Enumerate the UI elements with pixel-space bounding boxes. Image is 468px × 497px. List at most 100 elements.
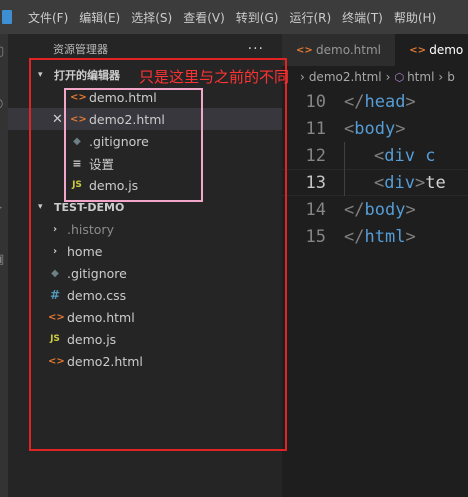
- line-number: 13: [305, 172, 326, 193]
- tab-label: demo.html: [316, 43, 381, 57]
- menu-go[interactable]: 转到(G): [236, 9, 279, 26]
- code-editor[interactable]: 10 </head > 11 < body > 12 < div c 13 < div > t…: [282, 88, 468, 250]
- html-file-icon: <>: [409, 44, 426, 56]
- tag-punctuation: </: [344, 226, 365, 247]
- explorer-icon[interactable]: ▢: [0, 44, 6, 59]
- tag-name: head: [364, 91, 406, 112]
- line-number: 11: [305, 118, 326, 139]
- chevron-right-icon: ›: [52, 223, 58, 235]
- file-item[interactable]: # demo.css: [8, 284, 282, 306]
- tag-punctuation: >: [405, 199, 416, 220]
- chevron-down-icon: ▾: [38, 202, 43, 212]
- file-item[interactable]: <> demo.html: [8, 306, 282, 328]
- open-editors-label: 打开的编辑器: [54, 69, 120, 82]
- breadcrumb-element[interactable]: b: [447, 70, 455, 84]
- more-actions-icon[interactable]: ···: [248, 41, 264, 57]
- tab-demo-html[interactable]: <> demo.html: [282, 34, 396, 66]
- html-file-icon: <>: [296, 44, 313, 56]
- breadcrumb-chevron-icon: ›: [300, 70, 305, 84]
- annotation-text: 只是这里与之前的不同: [139, 68, 290, 86]
- tag-name: body: [364, 199, 406, 220]
- breadcrumb-element[interactable]: html: [407, 70, 434, 84]
- js-file-icon: JS: [50, 334, 60, 344]
- menu-file[interactable]: 文件(F): [28, 9, 68, 26]
- chevron-right-icon: ›: [52, 245, 58, 257]
- file-label: demo.js: [67, 331, 117, 347]
- explorer-header: 资源管理器 ···: [8, 34, 282, 64]
- tag-punctuation: </: [344, 199, 365, 220]
- file-label: demo.html: [67, 309, 135, 325]
- menu-help[interactable]: 帮助(H): [394, 9, 436, 26]
- tag-punctuation: >: [405, 226, 416, 247]
- menu-view[interactable]: 查看(V): [183, 9, 225, 26]
- open-editor-label: demo.js: [89, 177, 139, 193]
- open-editor-item[interactable]: ◆ .gitignore: [8, 130, 282, 152]
- line-number: 10: [305, 91, 326, 112]
- file-item[interactable]: ◆ .gitignore: [8, 262, 282, 284]
- vscode-logo-icon: [2, 10, 12, 24]
- tag-punctuation: <: [374, 145, 385, 166]
- activity-bar: ▢ ○ ᛘ ▷ ▣: [0, 34, 8, 497]
- menu-edit[interactable]: 编辑(E): [79, 9, 120, 26]
- breadcrumb-chevron-icon: ›: [385, 70, 391, 84]
- folder-item[interactable]: › home: [8, 240, 282, 262]
- html-file-icon: <>: [48, 311, 65, 323]
- open-editor-item-active[interactable]: ✕ <> demo2.html: [8, 108, 282, 130]
- open-editor-item[interactable]: <> demo.html: [8, 86, 282, 108]
- chevron-down-icon: ▾: [38, 70, 43, 80]
- explorer-title: 资源管理器: [53, 43, 108, 56]
- menu-selection[interactable]: 选择(S): [131, 9, 172, 26]
- file-label: demo.css: [67, 287, 127, 303]
- folder-label: .history: [67, 221, 114, 237]
- html-file-icon: <>: [48, 355, 65, 367]
- css-file-icon: #: [49, 288, 61, 302]
- file-label: .gitignore: [67, 265, 127, 281]
- close-icon[interactable]: ✕: [52, 112, 63, 127]
- menu-terminal[interactable]: 终端(T): [342, 9, 383, 26]
- file-item[interactable]: JS demo.js: [8, 328, 282, 350]
- file-item[interactable]: <> demo2.html: [8, 350, 282, 372]
- folder-item[interactable]: › .history: [8, 218, 282, 240]
- tag-punctuation: <: [374, 172, 385, 193]
- open-editor-label: demo.html: [89, 89, 157, 105]
- editor-area: <> demo.html <> demo › demo2.html › ⬡ ht…: [282, 34, 468, 497]
- tag-name: html: [364, 226, 406, 247]
- code-line: 10 </head >: [282, 88, 468, 115]
- js-file-icon: JS: [72, 180, 82, 190]
- breadcrumb-file[interactable]: demo2.html: [309, 70, 382, 84]
- indent-guide: [344, 142, 374, 169]
- open-editor-item[interactable]: JS demo.js: [8, 174, 282, 196]
- html-file-icon: <>: [70, 113, 87, 125]
- menu-bar: 文件(F) 编辑(E) 选择(S) 查看(V) 转到(G) 运行(R) 终端(T…: [0, 0, 468, 34]
- breadcrumb: › demo2.html › ⬡ html › b: [282, 66, 468, 88]
- settings-icon: ≡: [72, 156, 82, 170]
- search-icon[interactable]: ○: [0, 96, 6, 111]
- extensions-icon[interactable]: ▣: [0, 252, 6, 267]
- git-file-icon: ◆: [51, 267, 59, 279]
- run-debug-icon[interactable]: ▷: [0, 200, 6, 215]
- code-line: 11 < body >: [282, 115, 468, 142]
- source-control-icon[interactable]: ᛘ: [0, 148, 6, 162]
- workspace-section[interactable]: ▾ TEST-DEMO: [8, 196, 282, 218]
- open-editor-label: .gitignore: [89, 133, 149, 149]
- line-number: 14: [305, 199, 326, 220]
- tag-punctuation: </: [344, 91, 365, 112]
- menu-run[interactable]: 运行(R): [289, 9, 331, 26]
- open-editor-label: 设置: [89, 156, 115, 172]
- line-number: 15: [305, 226, 326, 247]
- breadcrumb-chevron-icon: ›: [438, 70, 444, 84]
- explorer-sidebar: 资源管理器 ··· ▾ 打开的编辑器 <> demo.html ✕ <> dem…: [8, 34, 282, 497]
- code-line: 15 </html >: [282, 223, 468, 250]
- tab-demo2-html[interactable]: <> demo: [395, 34, 468, 66]
- tag-punctuation: >: [405, 91, 416, 112]
- code-line: 12 < div c: [282, 142, 468, 169]
- tag-name: body: [354, 118, 396, 139]
- indent-guide: [344, 169, 374, 196]
- text-content: te: [425, 172, 446, 193]
- folder-label: home: [67, 243, 103, 259]
- tag-name: div c: [384, 145, 436, 166]
- tag-punctuation: <: [344, 118, 355, 139]
- open-editor-item[interactable]: ≡ 设置: [8, 152, 282, 174]
- symbol-element-icon: ⬡: [394, 70, 405, 84]
- git-file-icon: ◆: [73, 135, 81, 147]
